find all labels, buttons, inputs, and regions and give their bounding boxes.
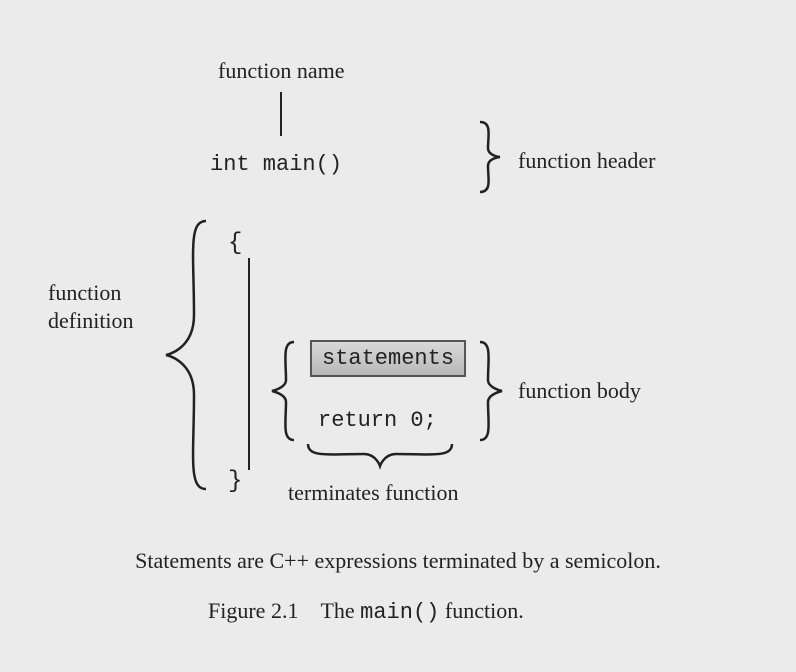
figure-prefix: Figure 2.1 The [208,598,360,623]
code-return: return 0; [318,408,437,433]
label-function-body: function body [518,378,641,404]
figure-code: main() [360,600,439,625]
code-open-brace: { [228,230,242,257]
code-statements-box: statements [310,340,466,377]
brace-terminates-function [300,438,460,474]
brace-function-body-left [264,336,304,446]
label-terminates-function: terminates function [288,480,458,506]
brace-function-definition [158,215,218,495]
pointer-function-name [280,92,282,136]
label-function-header: function header [518,148,655,174]
code-close-brace: } [228,468,242,495]
label-function-definition-2: definition [48,308,134,334]
brace-function-body-right [472,336,512,446]
figure-title: Figure 2.1 The main() function. [208,598,524,625]
pointer-body-vertical [248,258,250,470]
caption-text: Statements are C++ expressions terminate… [60,548,736,574]
brace-function-header [472,118,512,196]
code-int-main: int main() [210,152,342,177]
label-function-definition-1: function [48,280,121,306]
figure-suffix: function. [439,598,523,623]
label-function-name: function name [218,58,344,84]
